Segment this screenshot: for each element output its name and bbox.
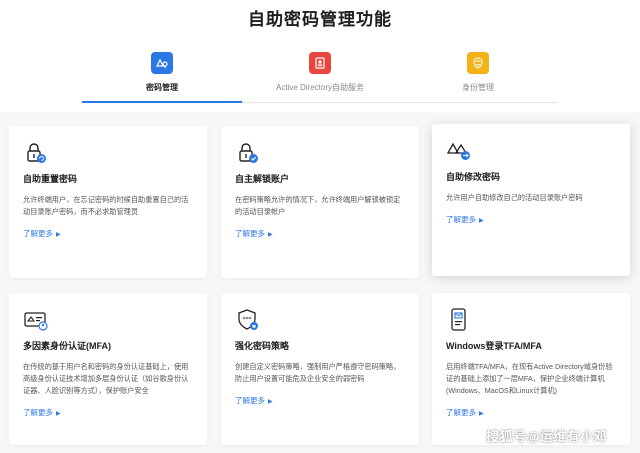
card-windows-tfa: Windows登录TFA/MFA 启用终端TFA/MFA，在现有Active D… <box>432 293 630 445</box>
mfa-id-card-icon <box>23 307 49 333</box>
arrow-right-icon: ▶ <box>479 411 484 417</box>
card-self-change-password: 自助修改密码 允许用户自助修改自己的活动目录账户密码 了解更多 ▶ <box>432 124 630 276</box>
tab-bar: 密码管理 Active Directory自助服务 身份管理 <box>82 52 558 104</box>
learn-more-link[interactable]: 了解更多 ▶ <box>23 228 61 239</box>
card-mfa: 多因素身份认证(MFA) 在传统的基于用户名和密码的身份认证基础上，使用高级身份… <box>9 293 207 445</box>
card-title: Windows登录TFA/MFA <box>446 341 542 351</box>
card-description: 在传统的基于用户名和密码的身份认证基础上，使用高级身份认证技术增加多层身份认证（… <box>23 362 189 395</box>
learn-more-link[interactable]: 了解更多 ▶ <box>446 407 484 418</box>
page-title: 自助密码管理功能 <box>248 10 392 29</box>
card-self-reset-password: 自助重置密码 允许终端用户，在忘记密码的时候自助重置自己的活动目录账户密码，而不… <box>9 126 207 278</box>
learn-more-text: 了解更多 <box>446 215 476 224</box>
lock-unlock-icon <box>235 140 261 166</box>
password-key-icon <box>151 52 173 74</box>
watermark: 搜狐号@运维有小邓 <box>486 429 608 444</box>
arrow-right-icon: ▶ <box>56 232 61 238</box>
card-self-unlock-account: 自主解锁账户 在密码策略允许的情况下，允许终端用户解锁被锁定的活动目录帐户 了解… <box>221 126 419 278</box>
tab-password-management[interactable]: 密码管理 <box>82 52 242 104</box>
learn-more-text: 了解更多 <box>235 396 265 405</box>
learn-more-text: 了解更多 <box>23 408 53 417</box>
tab-label: 密码管理 <box>146 83 178 92</box>
learn-more-text: 了解更多 <box>446 408 476 417</box>
learn-more-link[interactable]: 了解更多 ▶ <box>235 228 273 239</box>
card-description: 启用终端TFA/MFA，在现有Active Directory域身份验证的基础上… <box>446 362 613 395</box>
identity-icon <box>467 52 489 74</box>
shield-password-icon: *** <box>235 307 261 333</box>
arrow-right-icon: ▶ <box>268 399 273 405</box>
svg-text:***: *** <box>243 316 252 323</box>
card-description: 在密码策略允许的情况下，允许终端用户解锁被锁定的活动目录帐户 <box>235 195 401 216</box>
tab-label: Active Directory自助服务 <box>275 83 364 92</box>
tab-label: 身份管理 <box>462 83 494 92</box>
tab-ad-self-service[interactable]: Active Directory自助服务 <box>240 52 400 104</box>
learn-more-link[interactable]: 了解更多 ▶ <box>23 407 61 418</box>
card-description: 创建自定义密码策略，强制用户严格遵守密码策略，防止用户设置可能危及企业安全的弱密… <box>235 362 401 383</box>
learn-more-text: 了解更多 <box>23 229 53 238</box>
arrow-right-icon: ▶ <box>56 411 61 417</box>
card-title: 自助重置密码 <box>23 174 78 184</box>
card-description: 允许终端用户，在忘记密码的时候自助重置自己的活动目录账户密码，而不必求助管理员 <box>23 195 189 216</box>
card-title: 多因素身份认证(MFA) <box>23 341 111 351</box>
card-title: 强化密码策略 <box>235 341 290 351</box>
learn-more-link[interactable]: 了解更多 ▶ <box>235 395 273 406</box>
arrow-right-icon: ▶ <box>268 232 273 238</box>
card-enforce-password-policy: *** 强化密码策略 创建自定义密码策略，强制用户严格遵守密码策略，防止用户设置… <box>221 293 419 445</box>
tab-identity-management[interactable]: 身份管理 <box>398 52 558 104</box>
learn-more-link[interactable]: 了解更多 ▶ <box>446 214 484 225</box>
learn-more-text: 了解更多 <box>235 229 265 238</box>
card-title: 自助修改密码 <box>446 172 501 182</box>
card-title: 自主解锁账户 <box>235 174 290 184</box>
arrow-right-icon: ▶ <box>479 218 484 224</box>
active-tab-indicator <box>82 101 242 103</box>
password-change-icon <box>446 138 472 164</box>
windows-tfa-icon <box>446 307 472 333</box>
lock-reset-icon <box>23 140 49 166</box>
ad-self-service-icon <box>309 52 331 74</box>
card-description: 允许用户自助修改自己的活动目录账户密码 <box>446 193 583 202</box>
